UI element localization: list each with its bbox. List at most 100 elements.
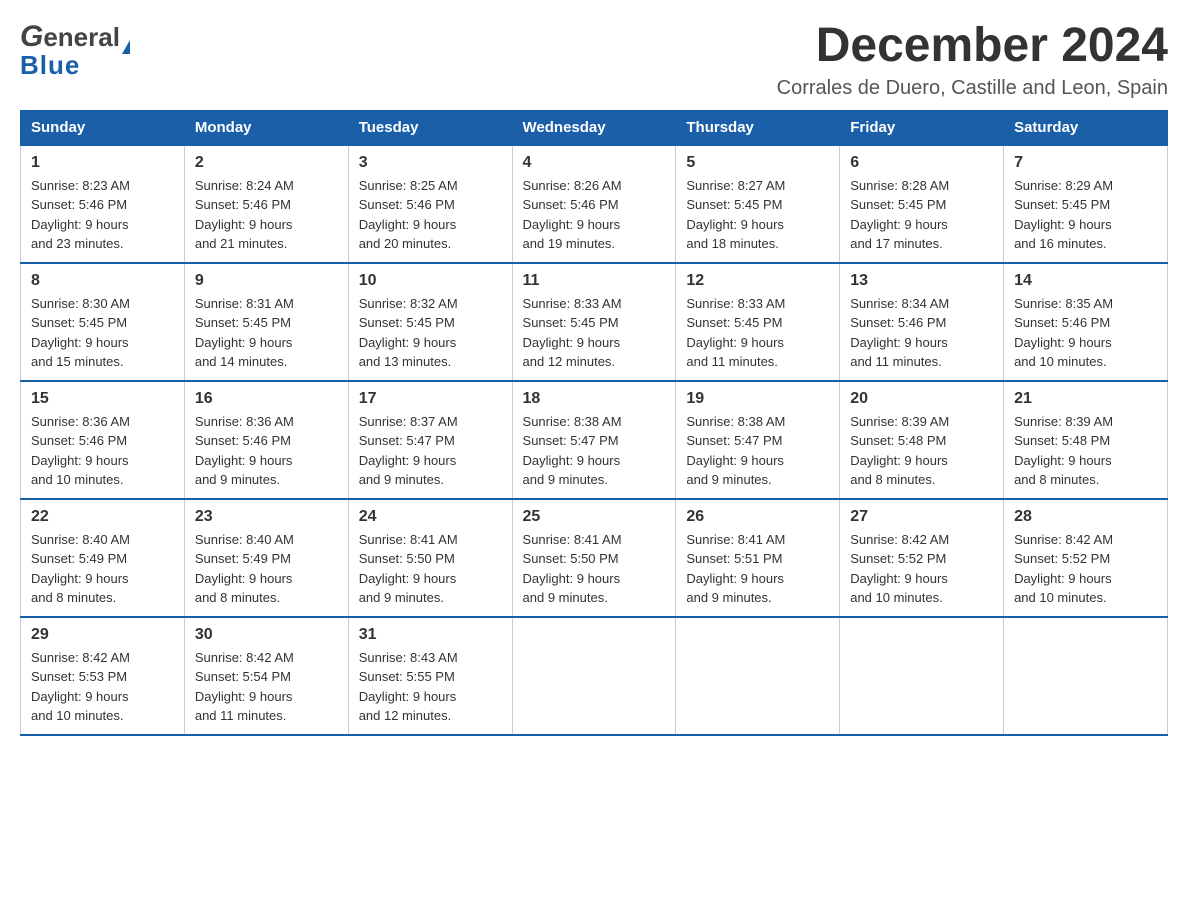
day-number: 13 (850, 272, 993, 290)
calendar-header-friday: Friday (840, 110, 1004, 145)
day-number: 2 (195, 154, 338, 172)
calendar-cell: 20 Sunrise: 8:39 AMSunset: 5:48 PMDaylig… (840, 381, 1004, 499)
day-info: Sunrise: 8:42 AMSunset: 5:52 PMDaylight:… (1014, 530, 1157, 608)
logo-general-g: G (20, 20, 43, 54)
calendar-cell (676, 617, 840, 735)
day-info: Sunrise: 8:33 AMSunset: 5:45 PMDaylight:… (686, 294, 829, 372)
day-number: 4 (523, 154, 666, 172)
calendar-cell: 13 Sunrise: 8:34 AMSunset: 5:46 PMDaylig… (840, 263, 1004, 381)
page-subtitle: Corrales de Duero, Castille and Leon, Sp… (777, 77, 1168, 100)
calendar-cell (1004, 617, 1168, 735)
day-number: 1 (31, 154, 174, 172)
calendar-week-row: 15 Sunrise: 8:36 AMSunset: 5:46 PMDaylig… (21, 381, 1168, 499)
day-number: 14 (1014, 272, 1157, 290)
day-number: 21 (1014, 390, 1157, 408)
day-info: Sunrise: 8:38 AMSunset: 5:47 PMDaylight:… (523, 412, 666, 490)
calendar-header-sunday: Sunday (21, 110, 185, 145)
day-number: 7 (1014, 154, 1157, 172)
calendar-cell (512, 617, 676, 735)
day-info: Sunrise: 8:30 AMSunset: 5:45 PMDaylight:… (31, 294, 174, 372)
day-number: 18 (523, 390, 666, 408)
day-number: 19 (686, 390, 829, 408)
title-block: December 2024 Corrales de Duero, Castill… (777, 20, 1168, 100)
calendar-cell: 6 Sunrise: 8:28 AMSunset: 5:45 PMDayligh… (840, 145, 1004, 263)
calendar-cell: 5 Sunrise: 8:27 AMSunset: 5:45 PMDayligh… (676, 145, 840, 263)
day-number: 11 (523, 272, 666, 290)
calendar-header-row: SundayMondayTuesdayWednesdayThursdayFrid… (21, 110, 1168, 145)
day-number: 24 (359, 508, 502, 526)
calendar-cell: 10 Sunrise: 8:32 AMSunset: 5:45 PMDaylig… (348, 263, 512, 381)
day-info: Sunrise: 8:26 AMSunset: 5:46 PMDaylight:… (523, 176, 666, 254)
calendar-week-row: 8 Sunrise: 8:30 AMSunset: 5:45 PMDayligh… (21, 263, 1168, 381)
day-info: Sunrise: 8:34 AMSunset: 5:46 PMDaylight:… (850, 294, 993, 372)
day-info: Sunrise: 8:27 AMSunset: 5:45 PMDaylight:… (686, 176, 829, 254)
day-info: Sunrise: 8:41 AMSunset: 5:50 PMDaylight:… (523, 530, 666, 608)
calendar-cell: 31 Sunrise: 8:43 AMSunset: 5:55 PMDaylig… (348, 617, 512, 735)
day-number: 20 (850, 390, 993, 408)
page-title: December 2024 (777, 20, 1168, 73)
day-info: Sunrise: 8:42 AMSunset: 5:52 PMDaylight:… (850, 530, 993, 608)
day-info: Sunrise: 8:41 AMSunset: 5:51 PMDaylight:… (686, 530, 829, 608)
calendar-cell: 25 Sunrise: 8:41 AMSunset: 5:50 PMDaylig… (512, 499, 676, 617)
day-info: Sunrise: 8:40 AMSunset: 5:49 PMDaylight:… (31, 530, 174, 608)
day-number: 27 (850, 508, 993, 526)
day-info: Sunrise: 8:36 AMSunset: 5:46 PMDaylight:… (31, 412, 174, 490)
calendar-cell (840, 617, 1004, 735)
logo-general-rest: eneral (43, 22, 120, 53)
calendar-header-tuesday: Tuesday (348, 110, 512, 145)
day-number: 15 (31, 390, 174, 408)
calendar-cell: 3 Sunrise: 8:25 AMSunset: 5:46 PMDayligh… (348, 145, 512, 263)
day-info: Sunrise: 8:39 AMSunset: 5:48 PMDaylight:… (850, 412, 993, 490)
calendar-cell: 14 Sunrise: 8:35 AMSunset: 5:46 PMDaylig… (1004, 263, 1168, 381)
calendar-cell: 29 Sunrise: 8:42 AMSunset: 5:53 PMDaylig… (21, 617, 185, 735)
day-number: 8 (31, 272, 174, 290)
calendar-header-monday: Monday (184, 110, 348, 145)
day-number: 22 (31, 508, 174, 526)
day-info: Sunrise: 8:35 AMSunset: 5:46 PMDaylight:… (1014, 294, 1157, 372)
calendar-cell: 19 Sunrise: 8:38 AMSunset: 5:47 PMDaylig… (676, 381, 840, 499)
calendar-week-row: 22 Sunrise: 8:40 AMSunset: 5:49 PMDaylig… (21, 499, 1168, 617)
day-info: Sunrise: 8:29 AMSunset: 5:45 PMDaylight:… (1014, 176, 1157, 254)
calendar-cell: 1 Sunrise: 8:23 AMSunset: 5:46 PMDayligh… (21, 145, 185, 263)
day-number: 6 (850, 154, 993, 172)
day-info: Sunrise: 8:28 AMSunset: 5:45 PMDaylight:… (850, 176, 993, 254)
calendar-table: SundayMondayTuesdayWednesdayThursdayFrid… (20, 110, 1168, 736)
calendar-cell: 21 Sunrise: 8:39 AMSunset: 5:48 PMDaylig… (1004, 381, 1168, 499)
calendar-cell: 27 Sunrise: 8:42 AMSunset: 5:52 PMDaylig… (840, 499, 1004, 617)
day-number: 25 (523, 508, 666, 526)
calendar-cell: 4 Sunrise: 8:26 AMSunset: 5:46 PMDayligh… (512, 145, 676, 263)
day-info: Sunrise: 8:37 AMSunset: 5:47 PMDaylight:… (359, 412, 502, 490)
day-number: 26 (686, 508, 829, 526)
calendar-cell: 30 Sunrise: 8:42 AMSunset: 5:54 PMDaylig… (184, 617, 348, 735)
day-number: 28 (1014, 508, 1157, 526)
day-info: Sunrise: 8:36 AMSunset: 5:46 PMDaylight:… (195, 412, 338, 490)
calendar-week-row: 29 Sunrise: 8:42 AMSunset: 5:53 PMDaylig… (21, 617, 1168, 735)
calendar-cell: 12 Sunrise: 8:33 AMSunset: 5:45 PMDaylig… (676, 263, 840, 381)
day-info: Sunrise: 8:43 AMSunset: 5:55 PMDaylight:… (359, 648, 502, 726)
day-info: Sunrise: 8:39 AMSunset: 5:48 PMDaylight:… (1014, 412, 1157, 490)
day-info: Sunrise: 8:41 AMSunset: 5:50 PMDaylight:… (359, 530, 502, 608)
day-number: 9 (195, 272, 338, 290)
day-info: Sunrise: 8:40 AMSunset: 5:49 PMDaylight:… (195, 530, 338, 608)
day-number: 16 (195, 390, 338, 408)
calendar-cell: 28 Sunrise: 8:42 AMSunset: 5:52 PMDaylig… (1004, 499, 1168, 617)
day-info: Sunrise: 8:42 AMSunset: 5:53 PMDaylight:… (31, 648, 174, 726)
calendar-header-saturday: Saturday (1004, 110, 1168, 145)
calendar-week-row: 1 Sunrise: 8:23 AMSunset: 5:46 PMDayligh… (21, 145, 1168, 263)
day-info: Sunrise: 8:32 AMSunset: 5:45 PMDaylight:… (359, 294, 502, 372)
calendar-cell: 24 Sunrise: 8:41 AMSunset: 5:50 PMDaylig… (348, 499, 512, 617)
day-info: Sunrise: 8:31 AMSunset: 5:45 PMDaylight:… (195, 294, 338, 372)
day-number: 3 (359, 154, 502, 172)
calendar-cell: 18 Sunrise: 8:38 AMSunset: 5:47 PMDaylig… (512, 381, 676, 499)
page-header: G eneral Blue December 2024 Corrales de … (20, 20, 1168, 100)
calendar-header-wednesday: Wednesday (512, 110, 676, 145)
calendar-cell: 22 Sunrise: 8:40 AMSunset: 5:49 PMDaylig… (21, 499, 185, 617)
calendar-cell: 16 Sunrise: 8:36 AMSunset: 5:46 PMDaylig… (184, 381, 348, 499)
calendar-cell: 26 Sunrise: 8:41 AMSunset: 5:51 PMDaylig… (676, 499, 840, 617)
calendar-cell: 15 Sunrise: 8:36 AMSunset: 5:46 PMDaylig… (21, 381, 185, 499)
day-info: Sunrise: 8:33 AMSunset: 5:45 PMDaylight:… (523, 294, 666, 372)
calendar-cell: 17 Sunrise: 8:37 AMSunset: 5:47 PMDaylig… (348, 381, 512, 499)
calendar-cell: 8 Sunrise: 8:30 AMSunset: 5:45 PMDayligh… (21, 263, 185, 381)
calendar-cell: 23 Sunrise: 8:40 AMSunset: 5:49 PMDaylig… (184, 499, 348, 617)
logo: G eneral Blue (20, 20, 130, 81)
